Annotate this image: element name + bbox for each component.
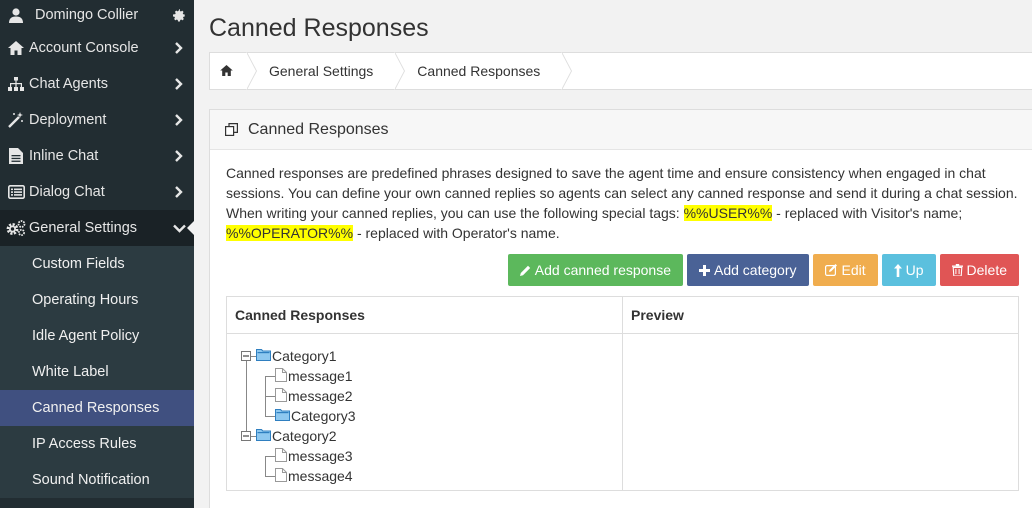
delete-button[interactable]: Delete (939, 254, 1019, 286)
sidebar-item-chat-agents[interactable]: Chat Agents (0, 66, 194, 102)
chevron-down-icon (164, 224, 194, 233)
document-icon (275, 447, 287, 465)
breadcrumb-general-settings[interactable]: General Settings (247, 52, 406, 90)
sidebar-item-account-console[interactable]: Account Console (0, 30, 194, 66)
plus-icon (699, 264, 710, 276)
user-name: Domingo Collier (35, 7, 139, 23)
home-icon (4, 41, 28, 55)
copy-icon (225, 123, 243, 136)
submenu-item-idle-agent-policy[interactable]: Idle Agent Policy (0, 318, 194, 354)
chevron-right-icon (164, 114, 194, 126)
add-canned-response-button[interactable]: Add canned response (507, 254, 683, 286)
chevron-right-icon (164, 78, 194, 90)
up-button[interactable]: Up (881, 254, 936, 286)
trash-icon (951, 264, 963, 276)
canned-responses-panel: Canned Responses Canned responses are pr… (209, 109, 1032, 508)
column-header-canned-responses: Canned Responses (227, 297, 622, 334)
main-content: Canned Responses General Settings Canned… (194, 0, 1032, 508)
cogs-icon (4, 220, 28, 236)
breadcrumb-home[interactable] (210, 52, 257, 90)
gear-icon[interactable] (164, 8, 194, 22)
preview-column: Preview (623, 297, 1018, 490)
add-category-button[interactable]: Add category (687, 254, 809, 286)
sidebar-item-inline-chat[interactable]: Inline Chat (0, 138, 194, 174)
document-icon (275, 367, 287, 385)
tag-user: %%USER%% (683, 205, 773, 221)
tree-node-category[interactable]: Category2 (241, 426, 337, 446)
edit-icon (824, 264, 837, 276)
panel-description: Canned responses are predefined phrases … (226, 165, 1018, 241)
submenu-item-sound-notification[interactable]: Sound Notification (0, 462, 194, 498)
folder-icon (256, 428, 271, 444)
document-icon (275, 467, 287, 485)
folder-icon (256, 348, 271, 364)
edit-button[interactable]: Edit (812, 254, 878, 286)
panel-header: Canned Responses (210, 110, 1032, 150)
file-text-icon (4, 148, 28, 164)
collapse-toggle-icon[interactable] (241, 428, 251, 444)
collapse-toggle-icon[interactable] (241, 348, 251, 364)
document-icon (275, 387, 287, 405)
tag-operator: %%OPERATOR%% (226, 225, 354, 241)
magic-wand-icon (4, 112, 28, 128)
column-header-preview: Preview (623, 297, 1018, 334)
sidebar: Domingo Collier Account Console Chat Age… (0, 0, 194, 508)
folder-icon (275, 408, 290, 424)
submenu-item-custom-fields[interactable]: Custom Fields (0, 246, 194, 282)
submenu-item-canned-responses[interactable]: Canned Responses (0, 390, 194, 426)
general-settings-submenu: Custom Fields Operating Hours Idle Agent… (0, 246, 194, 498)
sidebar-item-deployment[interactable]: Deployment (0, 102, 194, 138)
tree-node-category[interactable]: Category1 (241, 346, 337, 366)
home-icon (220, 63, 233, 79)
panel-title: Canned Responses (248, 120, 389, 138)
breadcrumb: General Settings Canned Responses (209, 52, 1032, 90)
user-menu[interactable]: Domingo Collier (0, 0, 194, 30)
sidebar-item-dialog-chat[interactable]: Dialog Chat (0, 174, 194, 210)
chevron-right-icon (164, 42, 194, 54)
action-buttons: Add canned response Add category Edit Up… (507, 254, 1019, 286)
chevron-right-icon (164, 150, 194, 162)
tree-node-message[interactable]: message4 (275, 466, 353, 486)
list-alt-icon (4, 185, 28, 199)
user-icon (4, 7, 28, 23)
tree-node-category[interactable]: Category3 (275, 406, 356, 426)
submenu-item-white-label[interactable]: White Label (0, 354, 194, 390)
tree-column: Canned Responses Category1 message1 mess… (227, 297, 623, 490)
pencil-icon (519, 265, 530, 276)
breadcrumb-canned-responses[interactable]: Canned Responses (395, 52, 573, 90)
submenu-item-ip-access-rules[interactable]: IP Access Rules (0, 426, 194, 462)
tree-node-message[interactable]: message1 (275, 366, 353, 386)
canned-responses-grid: Canned Responses Category1 message1 mess… (226, 296, 1019, 491)
tree-node-message[interactable]: message3 (275, 446, 353, 466)
chevron-right-icon (164, 186, 194, 198)
page-title: Canned Responses (209, 14, 429, 42)
submenu-item-operating-hours[interactable]: Operating Hours (0, 282, 194, 318)
sitemap-icon (4, 77, 28, 91)
tree-node-message[interactable]: message2 (275, 386, 353, 406)
arrow-up-icon (893, 263, 902, 277)
sidebar-item-general-settings[interactable]: General Settings (0, 210, 194, 246)
